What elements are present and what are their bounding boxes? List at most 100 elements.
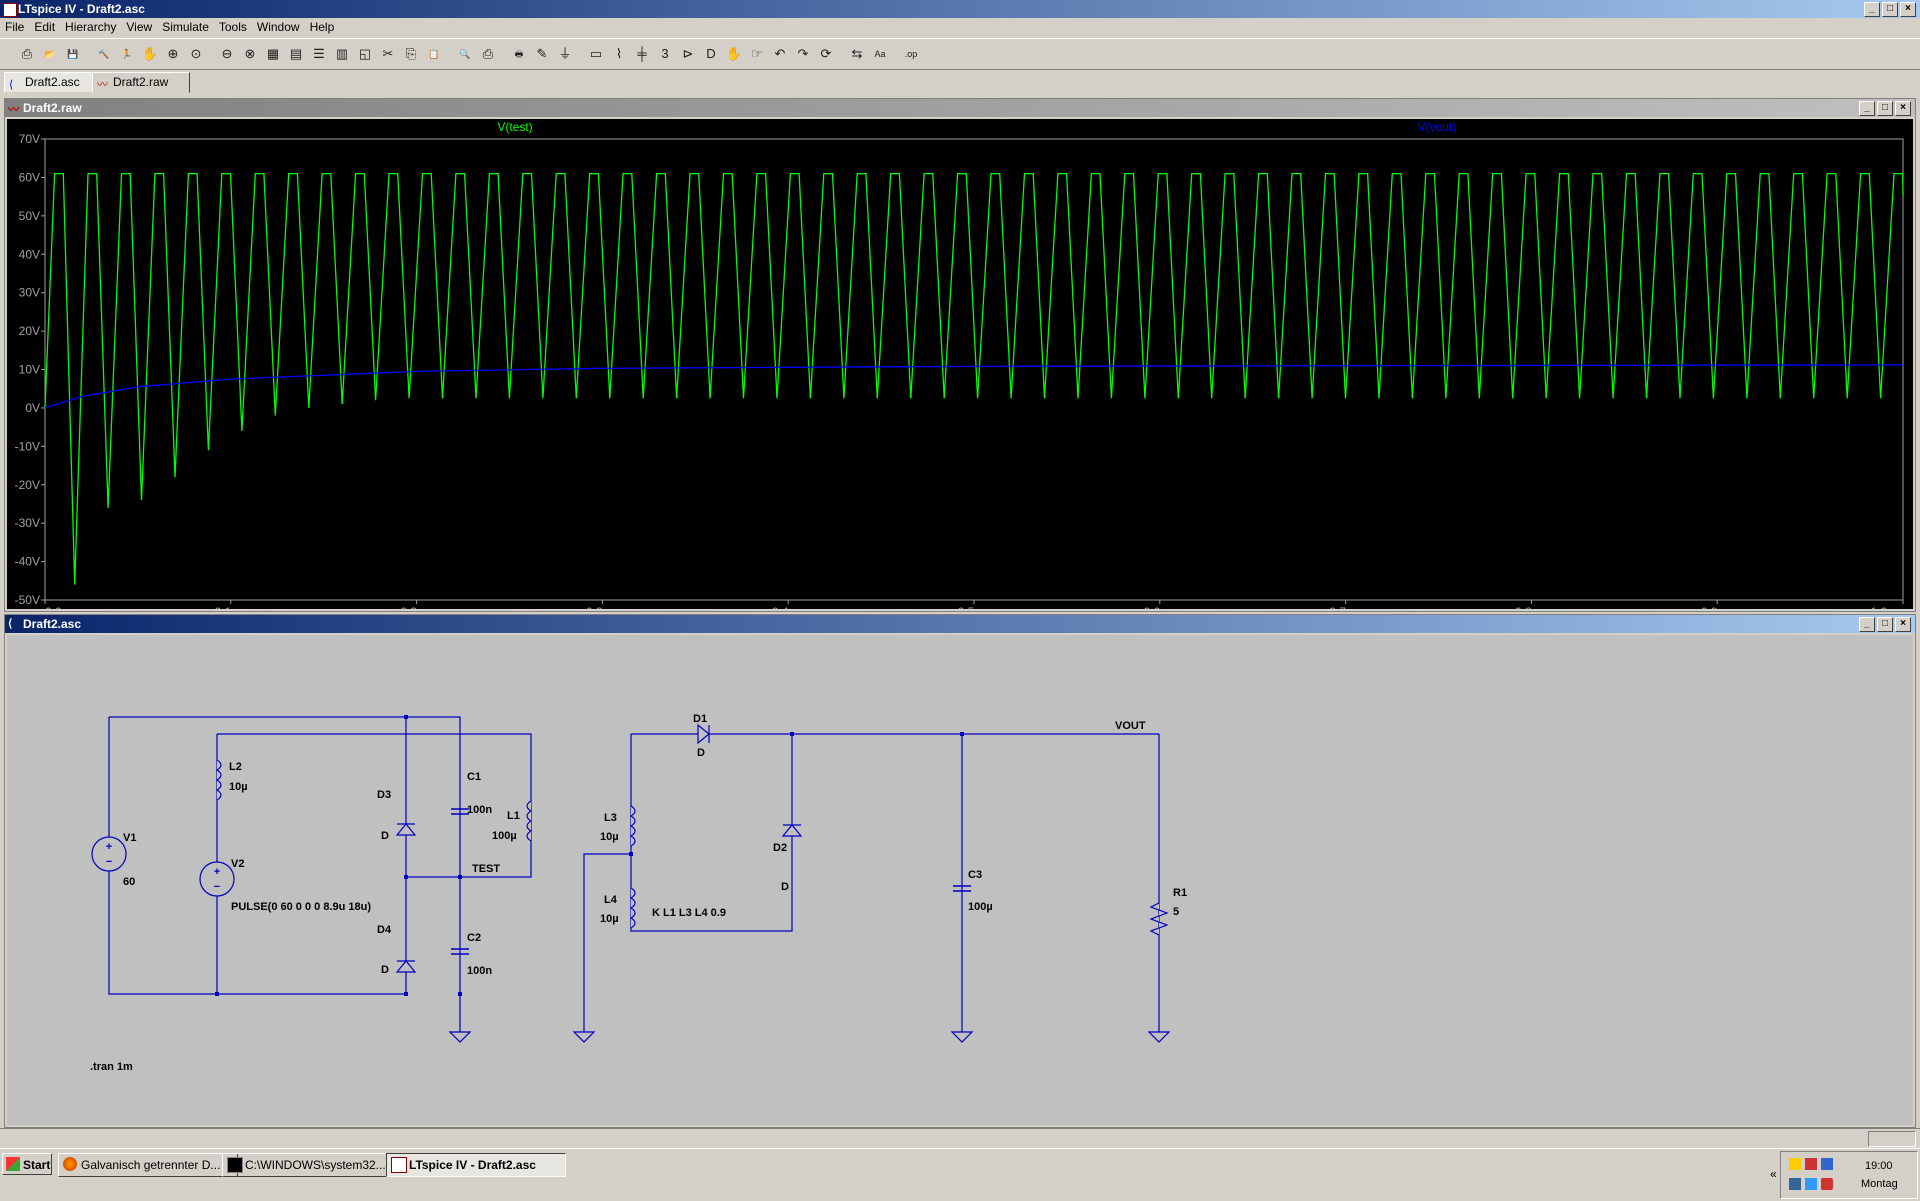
clock-time[interactable]: 19:00 (1865, 1160, 1893, 1172)
drag-icon[interactable]: ☞ (748, 45, 766, 63)
spice-directive-icon[interactable]: .op (902, 45, 920, 63)
minimize-button[interactable]: _ (1864, 2, 1880, 17)
ground-icon[interactable] (448, 1031, 472, 1043)
diode-icon[interactable]: ⊳ (679, 45, 697, 63)
new-schematic-icon[interactable]: ⎙ (18, 45, 36, 63)
tray-app-icon[interactable] (1805, 1158, 1817, 1170)
zoom-cancel-icon[interactable]: ⊗ (241, 45, 259, 63)
ground-icon[interactable] (572, 1031, 596, 1043)
l3-value: 10µ (600, 831, 619, 843)
d4-diode-symbol[interactable] (395, 960, 417, 973)
app-title: LTspice IV - Draft2.asc (18, 2, 145, 16)
label-icon[interactable]: ▭ (587, 45, 605, 63)
control-panel-icon[interactable]: 🔨 (95, 45, 113, 63)
rotate-icon[interactable]: ⟳ (817, 45, 835, 63)
close-button[interactable]: × (1895, 101, 1911, 116)
halt-icon[interactable]: ✋ (141, 45, 159, 63)
menu-simulate[interactable]: Simulate (157, 18, 214, 38)
menu-hierarchy[interactable]: Hierarchy (60, 18, 121, 38)
v-test-legend[interactable]: V(test) (497, 120, 532, 134)
d2-diode-symbol[interactable] (781, 824, 803, 837)
capacitor-icon[interactable]: ╪ (633, 45, 651, 63)
close-button[interactable]: × (1895, 617, 1911, 632)
grid-icon[interactable]: ▤ (287, 45, 305, 63)
cascade-icon[interactable]: ◱ (356, 45, 374, 63)
tray-app-icon[interactable] (1805, 1178, 1817, 1190)
menu-help[interactable]: Help (305, 18, 340, 38)
tray-app-icon[interactable] (1789, 1178, 1801, 1190)
schematic-drawing[interactable]: + − + − V1 60 V2 PULSE(0 60 0 0 0 8.9u 1… (7, 635, 1913, 1125)
cut-icon[interactable]: ✂ (379, 45, 397, 63)
l3-inductor-symbol[interactable] (629, 805, 636, 847)
maximize-button[interactable]: □ (1877, 101, 1893, 116)
schematic-canvas[interactable]: + − + − V1 60 V2 PULSE(0 60 0 0 0 8.9u 1… (7, 635, 1913, 1125)
d1-diode-symbol[interactable] (697, 723, 710, 745)
tile-vertical-icon[interactable]: ▥ (333, 45, 351, 63)
menu-edit[interactable]: Edit (29, 18, 60, 38)
start-label: Start (23, 1158, 51, 1172)
zoom-in-icon[interactable]: ⊕ (164, 45, 182, 63)
maximize-button[interactable]: □ (1882, 2, 1898, 17)
coupling-directive[interactable]: K L1 L3 L4 0.9 (652, 907, 726, 919)
move-icon[interactable]: ✋ (725, 45, 743, 63)
minimize-button[interactable]: _ (1859, 101, 1875, 116)
resistor-icon[interactable]: ⌇ (610, 45, 628, 63)
tray-app-icon[interactable] (1789, 1158, 1801, 1170)
ground-icon[interactable] (1147, 1031, 1171, 1043)
mirror-icon[interactable]: ⇆ (848, 45, 866, 63)
waveform-chart[interactable]: 70V 60V 50V 40V 30V 20V 10V 0V -10V -20V -30V -40V -… (7, 119, 1913, 619)
v-vout-legend[interactable]: V(vout) (1418, 120, 1457, 134)
l4-value: 10µ (600, 913, 619, 925)
d3-diode-symbol[interactable] (395, 823, 417, 836)
zoom-pan-icon[interactable]: ⊙ (187, 45, 205, 63)
zoom-out-icon[interactable]: ⊖ (218, 45, 236, 63)
run-icon[interactable]: 🏃 (118, 45, 136, 63)
start-button[interactable]: Start (2, 1153, 52, 1175)
l1-label: L1 (507, 810, 520, 822)
taskbar-item-cmd[interactable]: C:\WINDOWS\system32... (222, 1153, 402, 1177)
d2-label: D2 (773, 842, 787, 854)
taskbar-item-ltspice[interactable]: LTspice IV - Draft2.asc (386, 1153, 566, 1177)
tran-directive[interactable]: .tran 1m (90, 1061, 133, 1073)
minimize-button[interactable]: _ (1859, 617, 1875, 632)
save-icon[interactable]: 💾 (64, 45, 82, 63)
menu-window[interactable]: Window (252, 18, 305, 38)
tray-network-icon[interactable] (1821, 1158, 1833, 1170)
maximize-button[interactable]: □ (1877, 617, 1893, 632)
undo-icon[interactable]: ↶ (771, 45, 789, 63)
v1-source-symbol[interactable]: + − (91, 836, 127, 872)
ground-icon[interactable] (950, 1031, 974, 1043)
open-icon[interactable]: 📂 (41, 45, 59, 63)
close-button[interactable]: × (1900, 2, 1916, 17)
redo-icon[interactable]: ↷ (794, 45, 812, 63)
l1-inductor-symbol[interactable] (526, 800, 533, 842)
print-setup-icon[interactable]: ⎙ (479, 45, 497, 63)
copy-icon[interactable]: ⎘ (402, 45, 420, 63)
waveform-plot-area[interactable]: 70V 60V 50V 40V 30V 20V 10V 0V -10V -20V -30V -40V -… (7, 119, 1913, 619)
tile-horizontal-icon[interactable]: ☰ (310, 45, 328, 63)
print-icon[interactable]: 🖶 (510, 45, 528, 63)
taskbar-item-firefox[interactable]: Galvanisch getrennter D... (58, 1153, 238, 1177)
d4-value: D (381, 964, 389, 976)
l2-inductor-symbol[interactable] (215, 759, 222, 801)
menu-tools[interactable]: Tools (214, 18, 252, 38)
component-icon[interactable]: D (702, 45, 720, 63)
wire-icon[interactable]: ✎ (533, 45, 551, 63)
inductor-icon[interactable]: 3 (656, 45, 674, 63)
r1-resistor-symbol[interactable] (1149, 902, 1169, 936)
find-icon[interactable]: 🔍 (456, 45, 474, 63)
paste-icon[interactable]: 📋 (425, 45, 443, 63)
menu-file[interactable]: File (0, 18, 29, 38)
tab-draft2-raw[interactable]: 〰 Draft2.raw (92, 72, 190, 93)
autorange-icon[interactable]: ▦ (264, 45, 282, 63)
menu-bar: File Edit Hierarchy View Simulate Tools … (0, 18, 1920, 38)
tab-draft2-asc[interactable]: ⟨ Draft2.asc (4, 72, 102, 93)
ground-icon[interactable]: ⏚ (556, 45, 574, 63)
tab-label: Draft2.raw (113, 75, 169, 89)
l4-inductor-symbol[interactable] (629, 887, 636, 929)
v2-source-symbol[interactable]: + − (199, 861, 235, 897)
menu-view[interactable]: View (121, 18, 157, 38)
text-icon[interactable]: Aa (871, 45, 889, 63)
tray-expand-icon[interactable]: « (1770, 1167, 1777, 1181)
tray-security-icon[interactable] (1821, 1178, 1833, 1190)
